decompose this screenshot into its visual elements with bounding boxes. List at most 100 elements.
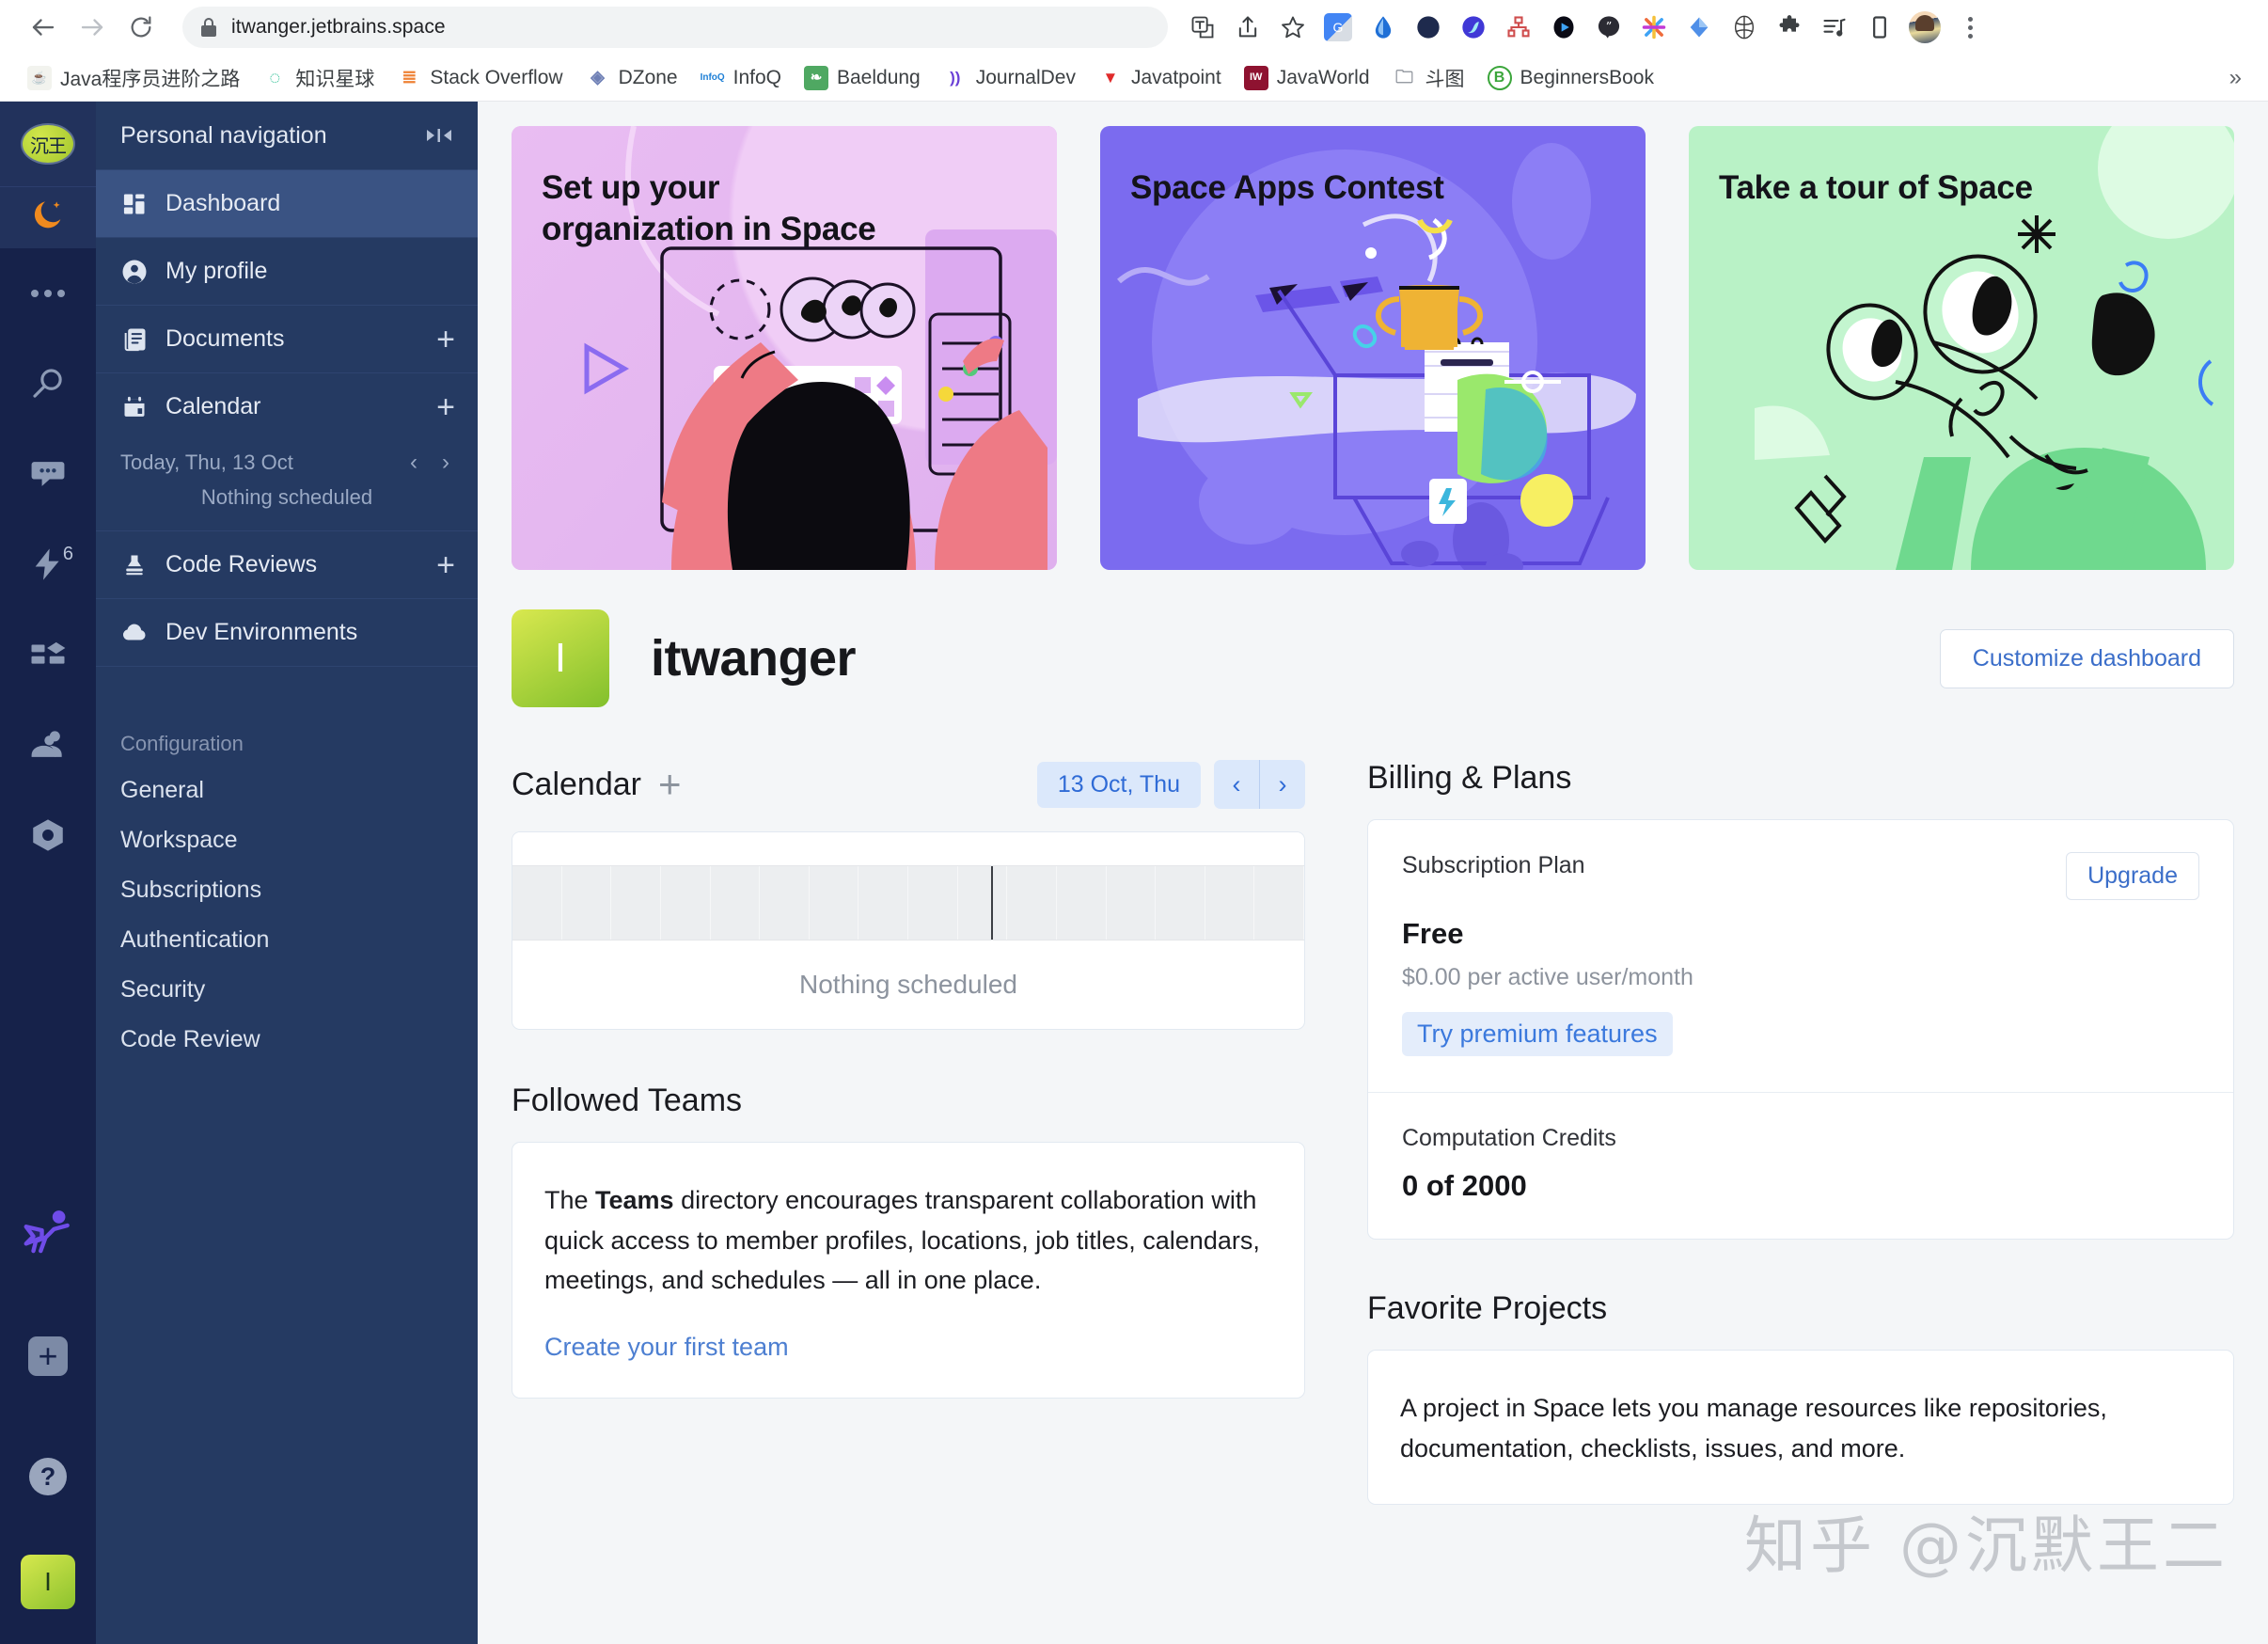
kebab-menu-icon[interactable] [1948,6,1992,49]
sidebar-title: Personal navigation [120,121,327,149]
wave-extension[interactable] [1452,6,1495,49]
teams-text-a: The [544,1186,596,1214]
play-extension[interactable] [1542,6,1585,49]
sidebar-item-my-profile[interactable]: My profile [96,237,478,305]
calendar-date-pill[interactable]: 13 Oct, Thu [1036,761,1201,808]
browser-toolbar: itwanger.jetbrains.space G ” [0,0,2268,55]
calendar-hour-grid[interactable] [512,865,1304,941]
rail-item-packages[interactable] [0,609,96,700]
puzzle-extensions-icon[interactable] [1768,6,1811,49]
favorite-projects-title: Favorite Projects [1367,1290,1608,1326]
create-first-team-link[interactable]: Create your first team [544,1333,789,1362]
bookmark-item[interactable]: B BeginnersBook [1477,61,1664,95]
javatpoint-bookmark-icon: ▼ [1097,65,1123,90]
chrome-profile-avatar[interactable] [1903,6,1946,49]
computation-credits-label: Computation Credits [1402,1125,1616,1151]
reload-icon[interactable] [118,5,164,50]
rail-item-teams[interactable] [0,700,96,790]
page-title: itwanger [651,630,857,687]
spider-extension[interactable] [1723,6,1766,49]
sidebar-item-dev-environments[interactable]: Dev Environments [96,598,478,666]
google-translate-extension[interactable]: G [1316,6,1360,49]
bookmark-item[interactable]: IW JavaWorld [1234,61,1380,95]
bookmark-item[interactable]: ▼ Javatpoint [1088,61,1232,95]
sidebar-item-documents[interactable]: Documents + [96,305,478,372]
water-drop-extension[interactable] [1362,6,1405,49]
chevron-right-icon[interactable]: › [1260,760,1305,809]
bookmark-item[interactable]: ❧ Baeldung [794,61,931,95]
collapse-panel-icon[interactable] [423,125,455,146]
dashboard-main: Set up your organization in Space Space … [478,102,2268,1644]
sidebar-item-authentication[interactable]: Authentication [96,915,478,965]
sidebar-item-calendar[interactable]: Calendar + [96,372,478,440]
chevron-left-icon[interactable]: ‹ [410,450,417,476]
sidebar-item-label: Calendar [165,393,261,419]
upgrade-button[interactable]: Upgrade [2066,852,2199,900]
rail-item-user[interactable]: I [0,1537,96,1627]
rail-item-create[interactable]: + [0,1296,96,1416]
add-code-review-button[interactable]: + [436,549,455,581]
chat-icon [27,453,69,495]
bookmark-item[interactable]: ≣ Stack Overflow [386,61,573,95]
rail-item-chats[interactable] [0,429,96,519]
share-icon[interactable] [1226,6,1269,49]
org-switcher-button[interactable]: 沉王 [0,102,96,186]
sidebar-item-subscriptions[interactable]: Subscriptions [96,865,478,915]
quote-extension[interactable]: ” [1587,6,1630,49]
try-premium-features-link[interactable]: Try premium features [1402,1012,1673,1056]
sidebar-item-general[interactable]: General [96,766,478,815]
calendar-widget-card: Nothing scheduled [512,831,1305,1030]
theme-toggle-button[interactable] [0,186,96,248]
chevron-left-icon[interactable]: ‹ [1214,760,1259,809]
bookmark-item[interactable]: ◌ 知识星球 [252,59,385,97]
baeldung-bookmark-icon: ❧ [803,65,828,90]
add-calendar-event-button[interactable]: + [436,391,455,423]
rail-item-settings[interactable] [0,790,96,880]
device-toolbar-icon[interactable] [1858,6,1901,49]
sidebar-item-code-review[interactable]: Code Review [96,1015,478,1065]
address-bar[interactable]: itwanger.jetbrains.space [182,7,1168,48]
bookmark-item[interactable]: ☕ Java程序员进阶之路 [17,59,250,97]
subscription-plan-section: Subscription Plan Upgrade Free $0.00 per… [1368,820,2233,1092]
more-dots-icon [29,287,67,300]
bookmark-label: Javatpoint [1130,66,1221,88]
take-a-tour-banner[interactable]: Take a tour of Space [1689,126,2234,570]
chevron-right-icon[interactable]: › [442,450,449,476]
add-document-button[interactable]: + [436,324,455,356]
rail-badge-count: 6 [62,544,73,564]
current-time-marker [991,866,994,940]
back-arrow-icon[interactable] [21,5,66,50]
promo-banners: Set up your organization in Space Space … [512,126,2234,570]
sidebar-item-code-reviews[interactable]: Code Reviews + [96,530,478,598]
bookmark-item[interactable]: InfoQ InfoQ [690,61,792,95]
bookmark-item[interactable]: )) JournalDev [933,61,1086,95]
playlist-extension[interactable] [1813,6,1856,49]
space-apps-contest-banner[interactable]: Space Apps Contest [1100,126,1646,570]
colorful-star-extension[interactable] [1632,6,1676,49]
rail-item-more[interactable] [0,248,96,339]
diamond-extension[interactable] [1677,6,1721,49]
packages-icon [28,635,68,674]
favorite-projects-header: Favorite Projects [1367,1290,2234,1327]
sidebar-item-security[interactable]: Security [96,965,478,1015]
setup-organization-banner[interactable]: Set up your organization in Space [512,126,1057,570]
bookmark-item[interactable]: 🗀 斗图 [1382,59,1475,97]
bookmark-item[interactable]: ◈ DZone [575,61,688,95]
sidebar-item-dashboard[interactable]: Dashboard [96,169,478,237]
bookmarks-overflow-button[interactable]: » [2229,65,2251,91]
forward-arrow-icon[interactable] [70,5,115,50]
plus-icon[interactable]: + [658,765,682,803]
calendar-icon [120,394,149,420]
sidebar-item-workspace[interactable]: Workspace [96,815,478,865]
moon-extension[interactable] [1407,6,1450,49]
rail-item-whats-new[interactable] [0,1176,96,1296]
customize-dashboard-button[interactable]: Customize dashboard [1939,628,2234,688]
rail-item-help[interactable]: ? [0,1416,96,1537]
rail-item-automation[interactable]: 6 [0,519,96,609]
superhero-icon [19,1205,77,1268]
bookmark-star-icon[interactable] [1271,6,1315,49]
sitemap-extension[interactable] [1497,6,1540,49]
translate-icon[interactable] [1181,6,1224,49]
rail-item-search[interactable] [0,339,96,429]
sidebar-item-label: My profile [165,258,268,284]
